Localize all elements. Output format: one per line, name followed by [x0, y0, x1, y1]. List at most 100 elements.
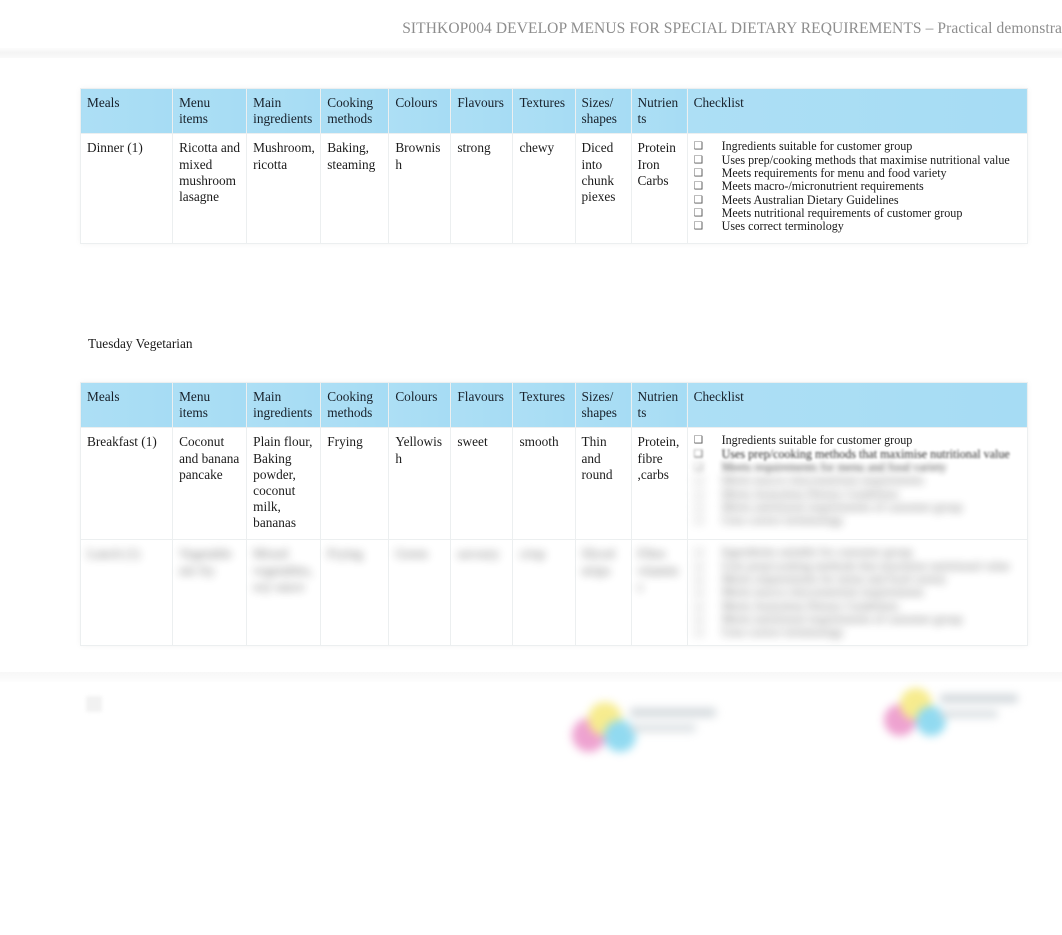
checkbox-icon[interactable]: ❑ [694, 600, 704, 613]
checkbox-icon[interactable]: ❑ [694, 514, 704, 527]
column-header-nutrients: Nutrients [630, 87, 688, 135]
checkbox-icon[interactable]: ❑ [694, 434, 704, 447]
checklist-item[interactable]: ❑ Meets requirements for menu and food va… [694, 572, 1022, 586]
cell-nutrients: Protein Iron Carbs [630, 133, 688, 245]
checkbox-icon[interactable]: ❑ [694, 448, 704, 461]
column-header-cooking-methods: Cooking methods [320, 381, 390, 429]
table-row: Dinner (1) Ricotta and mixed mushroom la… [79, 133, 1029, 245]
checkbox-icon[interactable]: ❑ [694, 140, 704, 153]
checklist-item-label: Ingredients suitable for customer group [721, 139, 913, 154]
column-header-nutrients: Nutrients [630, 381, 688, 429]
checklist-item[interactable]: ❑ Meets nutritional requirements of custo… [694, 205, 1022, 220]
checklist-list: ❑ Ingredients suitable for customer group… [694, 546, 1022, 639]
cell-meals: Breakfast (1) [79, 427, 174, 541]
checklist-item[interactable]: ❑ Uses prep/cooking methods that maximise… [694, 447, 1022, 461]
checklist-item-label: Meets Australian Dietary Guidelines [721, 598, 899, 613]
table-row: Breakfast (1) Coconut and banana pancake… [79, 427, 1029, 541]
column-header-colours: Colours [388, 87, 452, 135]
checklist-item[interactable]: ❑ Meets Australian Dietary Guidelines [694, 598, 1022, 613]
checkbox-icon[interactable]: ❑ [694, 586, 704, 599]
column-header-textures: Textures [512, 87, 576, 135]
checklist-list: ❑ Ingredients suitable for customer group… [694, 434, 1022, 527]
cell-main-ingredients: Plain flour, Baking powder, coconut milk… [246, 427, 322, 541]
checkbox-icon[interactable]: ❑ [694, 461, 704, 474]
column-header-main-ingredients: Main ingredients [246, 87, 322, 135]
checklist-item[interactable]: ❑ Meets Australian Dietary Guidelines [694, 192, 1022, 207]
checkbox-icon[interactable]: ❑ [694, 488, 704, 501]
menu-table-tuesday-vegetarian: Meals Menu items Main ingredients Cookin… [79, 381, 1029, 647]
cell-sizes-shapes: Thin and round [574, 427, 632, 541]
checklist-item[interactable]: ❑ Uses correct terminology [694, 626, 1022, 639]
checklist-item[interactable]: ❑ Ingredients suitable for customer group [694, 140, 1022, 153]
checklist-item[interactable]: ❑ Uses prep/cooking methods that maximise… [694, 559, 1022, 573]
document-page: SITHKOP004 DEVELOP MENUS FOR SPECIAL DIE… [0, 0, 1062, 935]
column-header-sizes-shapes: Sizes/ shapes [574, 381, 632, 429]
checklist-item[interactable]: ❑ Meets nutritional requirements of custo… [694, 611, 1022, 626]
checklist-item[interactable]: ❑ Meets requirements for menu and food va… [694, 166, 1022, 180]
checkbox-icon[interactable]: ❑ [694, 220, 704, 233]
checklist-item[interactable]: ❑ Meets macro-/micronutrient requirements [694, 586, 1022, 599]
checklist-item-label: Uses correct terminology [721, 219, 844, 234]
checklist-item-label: Ingredients suitable for customer group [721, 433, 913, 448]
checklist-item-label: Meets Australian Dietary Guidelines [721, 486, 899, 501]
checkbox-icon[interactable]: ❑ [694, 501, 704, 514]
checkbox-icon[interactable]: ❑ [694, 546, 704, 559]
column-header-textures: Textures [512, 381, 576, 429]
checklist-item-label: Uses prep/cooking methods that maximise … [721, 152, 1010, 167]
checklist-item-label: Meets nutritional requirements of custom… [721, 499, 963, 514]
column-header-meals: Meals [79, 87, 174, 135]
cell-sizes-shapes: Diced into chunk piexes [574, 133, 632, 245]
column-header-menu-items: Menu items [172, 381, 248, 429]
checkbox-icon[interactable]: ❑ [694, 626, 704, 639]
column-header-checklist: Checklist [686, 381, 1029, 429]
checkbox-icon[interactable]: ❑ [694, 560, 704, 573]
cell-flavours: savoury [450, 539, 514, 647]
checklist-item[interactable]: ❑ Uses correct terminology [694, 220, 1022, 233]
checklist-item[interactable]: ❑ Meets macro-/micronutrient requirements [694, 180, 1022, 193]
cell-main-ingredients: Mushroom, ricotta [246, 133, 322, 245]
cell-checklist: ❑ Ingredients suitable for customer group… [686, 539, 1029, 647]
checklist-item[interactable]: ❑ Ingredients suitable for customer group [694, 546, 1022, 559]
checklist-item[interactable]: ❑ Ingredients suitable for customer group [694, 434, 1022, 447]
header-divider [0, 48, 1062, 58]
checkbox-icon[interactable]: ❑ [694, 194, 704, 207]
checklist-item[interactable]: ❑ Meets Australian Dietary Guidelines [694, 486, 1022, 501]
cell-textures: chewy [512, 133, 576, 245]
column-header-colours: Colours [388, 381, 452, 429]
column-header-sizes-shapes: Sizes/ shapes [574, 87, 632, 135]
checklist-item-label: Meets requirements for menu and food var… [721, 166, 947, 180]
checklist-item[interactable]: ❑ Uses prep/cooking methods that maximise… [694, 152, 1022, 167]
checklist-item-label: Meets nutritional requirements of custom… [721, 205, 963, 220]
cell-textures: crisp [512, 539, 576, 647]
page-number-placeholder-icon [86, 696, 102, 712]
cell-cooking-methods: Frying [320, 539, 390, 647]
document-header: SITHKOP004 DEVELOP MENUS FOR SPECIAL DIE… [0, 0, 1062, 58]
checkbox-icon[interactable]: ❑ [694, 474, 704, 487]
checklist-item[interactable]: ❑ Meets nutritional requirements of custo… [694, 499, 1022, 514]
checklist-item-label: Meets nutritional requirements of custom… [721, 611, 963, 626]
checklist-item-label: Meets macro-/micronutrient requirements [721, 179, 924, 194]
cell-menu-items: Coconut and banana pancake [172, 427, 248, 541]
column-header-flavours: Flavours [450, 381, 514, 429]
checkbox-icon[interactable]: ❑ [694, 180, 704, 193]
table-header-row: Meals Menu items Main ingredients Cookin… [79, 87, 1029, 135]
checkbox-icon[interactable]: ❑ [694, 207, 704, 220]
column-header-cooking-methods: Cooking methods [320, 87, 390, 135]
checklist-item[interactable]: ❑ Meets requirements for menu and food va… [694, 460, 1022, 474]
checkbox-icon[interactable]: ❑ [694, 613, 704, 626]
checklist-item[interactable]: ❑ Meets macro-/micronutrient requirements [694, 474, 1022, 487]
cell-checklist: ❑ Ingredients suitable for customer group… [686, 133, 1029, 245]
organisation-logo-right [874, 682, 1024, 736]
checkbox-icon[interactable]: ❑ [694, 167, 704, 180]
section-caption-tuesday-vegetarian: Tuesday Vegetarian [88, 336, 193, 351]
cell-menu-items: Vegetable stir fry [172, 539, 248, 647]
checklist-item-label: Meets Australian Dietary Guidelines [721, 192, 899, 207]
checklist-item-label: Meets requirements for menu and food var… [721, 572, 947, 586]
checklist-item-label: Uses correct terminology [721, 625, 844, 640]
checkbox-icon[interactable]: ❑ [694, 154, 704, 167]
cell-textures: smooth [512, 427, 576, 541]
cell-nutrients: Fibre vitamins [630, 539, 688, 647]
checkbox-icon[interactable]: ❑ [694, 573, 704, 586]
checklist-item[interactable]: ❑ Uses correct terminology [694, 514, 1022, 527]
cell-meals: Lunch (1) [79, 539, 174, 647]
